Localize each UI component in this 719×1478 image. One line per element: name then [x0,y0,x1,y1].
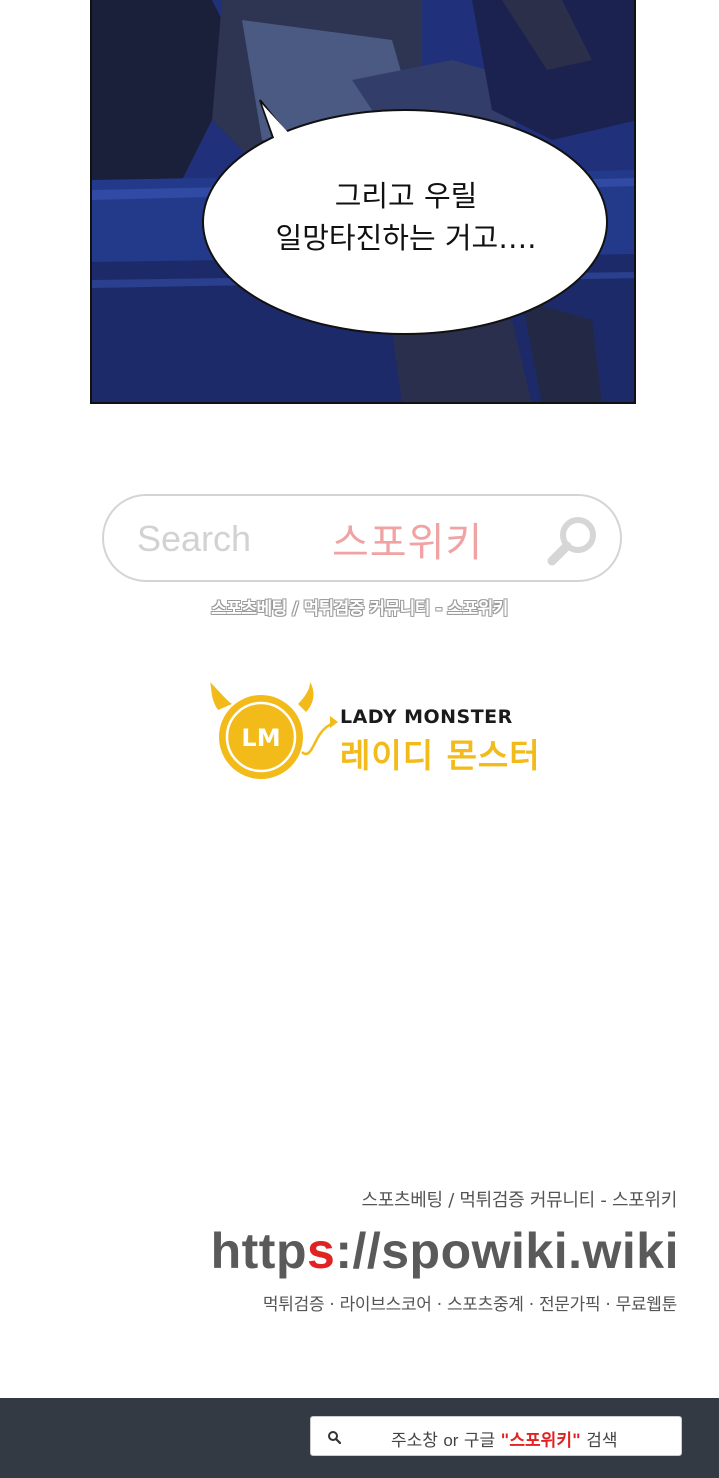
hint-prefix: 주소창 [391,1431,438,1451]
search-icon [328,1431,341,1444]
search-icon[interactable] [546,513,602,567]
hint-mid: 구글 [463,1431,496,1451]
search-banner[interactable]: Search 스포위키 [102,494,622,582]
url-accent: s [307,1223,336,1279]
logo-name-ko: 레이디 몬스터 [340,736,541,775]
speech-bubble-text: 그리고 우릴 일망타진하는 거고…. [226,175,586,259]
footer-url[interactable]: https://spowiki.wiki [211,1222,679,1280]
logo-initials: LM [241,724,280,752]
hint-keyword: "스포위키" [500,1431,581,1451]
bottom-search-box[interactable]: 주소창 or 구글 "스포위키" 검색 [310,1416,682,1456]
hint-or: or [443,1431,459,1450]
lady-monster-logo[interactable]: LM [206,682,338,782]
url-part: http [210,1223,307,1279]
bottom-bar: 주소창 or 구글 "스포위키" 검색 [0,1398,719,1478]
search-caption: 스포츠베팅 / 먹튀검증 커뮤니티 - 스포위키 [211,599,508,619]
comic-panel: 그리고 우릴 일망타진하는 거고…. [90,0,636,404]
hint-suffix: 검색 [586,1431,618,1451]
speech-line: 그리고 우릴 [334,179,478,213]
footer-services: 먹튀검증 · 라이브스코어 · 스포츠중계 · 전문가픽 · 무료웹툰 [262,1295,677,1315]
search-brand: 스포위키 [332,520,484,566]
search-hint: 주소창 or 구글 "스포위키" 검색 [391,1426,618,1451]
speech-line: 일망타진하는 거고…. [275,221,537,255]
logo-name-en: LADY MONSTER [340,706,513,728]
search-placeholder: Search [137,518,252,559]
footer-tagline: 스포츠베팅 / 먹튀검증 커뮤니티 - 스포위키 [361,1190,678,1211]
url-part: ://spowiki.wiki [335,1223,679,1279]
